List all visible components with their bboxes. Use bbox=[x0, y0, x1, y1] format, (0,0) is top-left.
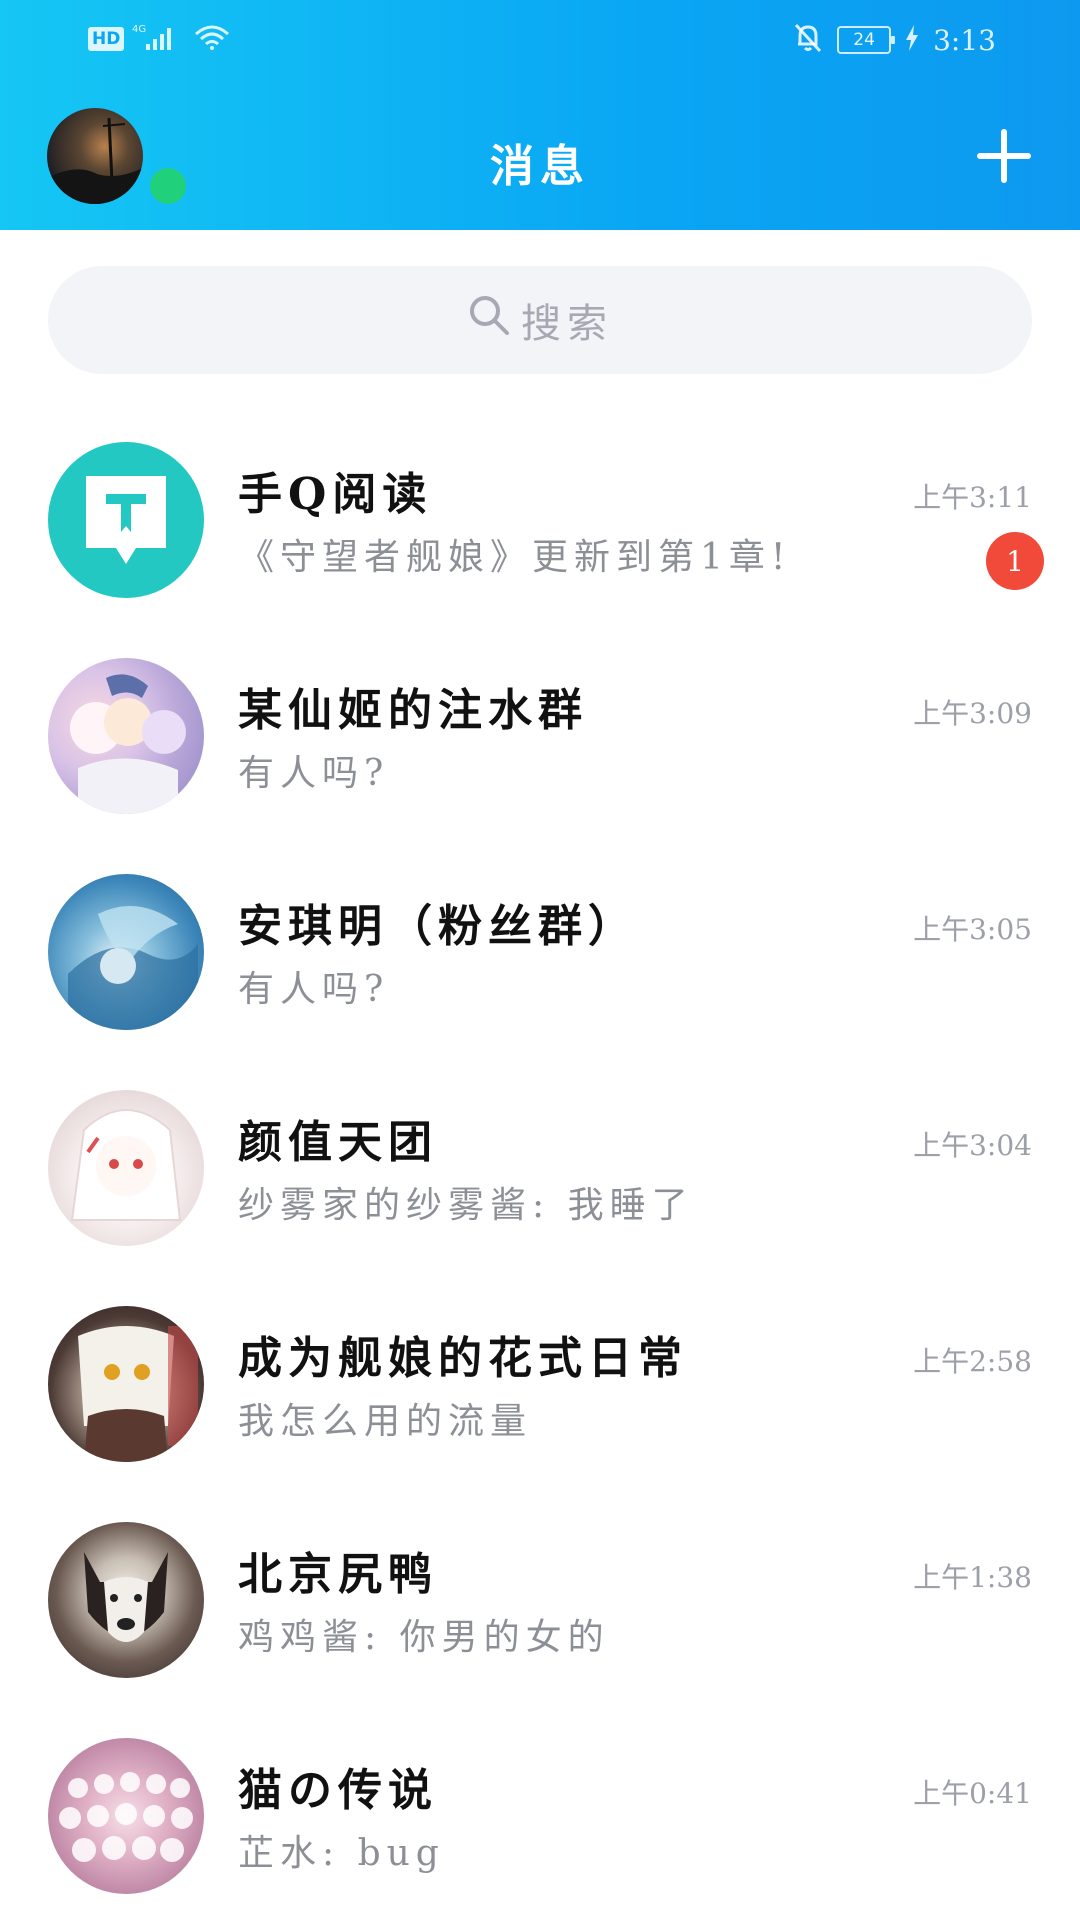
avatar bbox=[48, 658, 204, 814]
conversation-name: 猫の传说 bbox=[238, 1765, 438, 1816]
search-input[interactable]: 搜索 bbox=[48, 266, 1032, 374]
conversation-name: 北京尻鸭 bbox=[238, 1549, 438, 1600]
conversation-time: 上午3:05 bbox=[913, 913, 1032, 946]
bell-muted-icon bbox=[793, 22, 823, 58]
conversation-time: 上午2:58 bbox=[913, 1345, 1032, 1378]
conversation-preview: 芷水: bug bbox=[238, 1833, 445, 1874]
list-item[interactable]: 颜值天团 纱雾家的纱雾酱: 我睡了 上午3:04 bbox=[0, 1068, 1080, 1284]
add-button[interactable] bbox=[976, 128, 1032, 184]
network-type: 4G bbox=[132, 24, 146, 35]
conversation-name: 颜值天团 bbox=[238, 1117, 438, 1168]
header-bar: HD 4G 24 3:13 消息 bbox=[0, 0, 1080, 230]
avatar bbox=[48, 1090, 204, 1246]
search-icon bbox=[467, 293, 511, 347]
avatar bbox=[48, 1306, 204, 1462]
reader-bookmark-icon bbox=[86, 476, 166, 564]
page-title: 消息 bbox=[490, 141, 590, 192]
avatar bbox=[48, 874, 204, 1030]
conversation-preview: 纱雾家的纱雾酱: 我睡了 bbox=[238, 1185, 694, 1226]
list-item[interactable]: 手Q阅读 《守望者舰娘》更新到第1章! 上午3:11 1 bbox=[0, 420, 1080, 636]
hd-badge: HD bbox=[88, 27, 125, 51]
conversation-preview: 有人吗? bbox=[238, 969, 390, 1010]
conversation-time: 上午3:11 bbox=[913, 481, 1032, 514]
list-item[interactable]: 北京尻鸭 鸡鸡酱: 你男的女的 上午1:38 bbox=[0, 1500, 1080, 1716]
status-bar: HD 4G 24 3:13 bbox=[0, 0, 1080, 84]
conversation-time: 上午1:38 bbox=[913, 1561, 1032, 1594]
search-placeholder: 搜索 bbox=[521, 301, 613, 347]
conversation-name: 手Q阅读 bbox=[238, 469, 433, 520]
conversation-preview: 《守望者舰娘》更新到第1章! bbox=[238, 537, 792, 578]
status-time: 3:13 bbox=[933, 23, 996, 57]
plus-icon bbox=[977, 129, 1031, 183]
battery-indicator: 24 bbox=[837, 26, 896, 54]
wifi-icon bbox=[192, 22, 232, 56]
unread-badge: 1 bbox=[986, 532, 1044, 590]
conversation-name: 安琪明（粉丝群） bbox=[238, 901, 638, 952]
status-right: 24 3:13 bbox=[793, 22, 996, 58]
avatar bbox=[48, 442, 204, 598]
avatar bbox=[48, 1738, 204, 1894]
signal-icon: 4G bbox=[132, 22, 184, 56]
charging-icon bbox=[905, 25, 919, 55]
conversation-list: 手Q阅读 《守望者舰娘》更新到第1章! 上午3:11 1 某仙姬的注水群 有人吗… bbox=[0, 420, 1080, 1932]
conversation-time: 上午3:09 bbox=[913, 697, 1032, 730]
status-left: HD 4G bbox=[88, 22, 232, 56]
list-item[interactable]: 成为舰娘的花式日常 我怎么用的流量 上午2:58 bbox=[0, 1284, 1080, 1500]
conversation-preview: 有人吗? bbox=[238, 753, 390, 794]
list-item[interactable]: 安琪明（粉丝群） 有人吗? 上午3:05 bbox=[0, 852, 1080, 1068]
conversation-preview: 鸡鸡酱: 你男的女的 bbox=[238, 1617, 610, 1658]
conversation-name: 成为舰娘的花式日常 bbox=[238, 1333, 688, 1384]
conversation-time: 上午3:04 bbox=[913, 1129, 1032, 1162]
conversation-name: 某仙姬的注水群 bbox=[238, 685, 588, 736]
avatar bbox=[48, 1522, 204, 1678]
list-item[interactable]: 猫の传说 芷水: bug 上午0:41 bbox=[0, 1716, 1080, 1932]
conversation-time: 上午0:41 bbox=[913, 1777, 1032, 1810]
conversation-preview: 我怎么用的流量 bbox=[238, 1401, 533, 1442]
list-item[interactable]: 某仙姬的注水群 有人吗? 上午3:09 bbox=[0, 636, 1080, 852]
